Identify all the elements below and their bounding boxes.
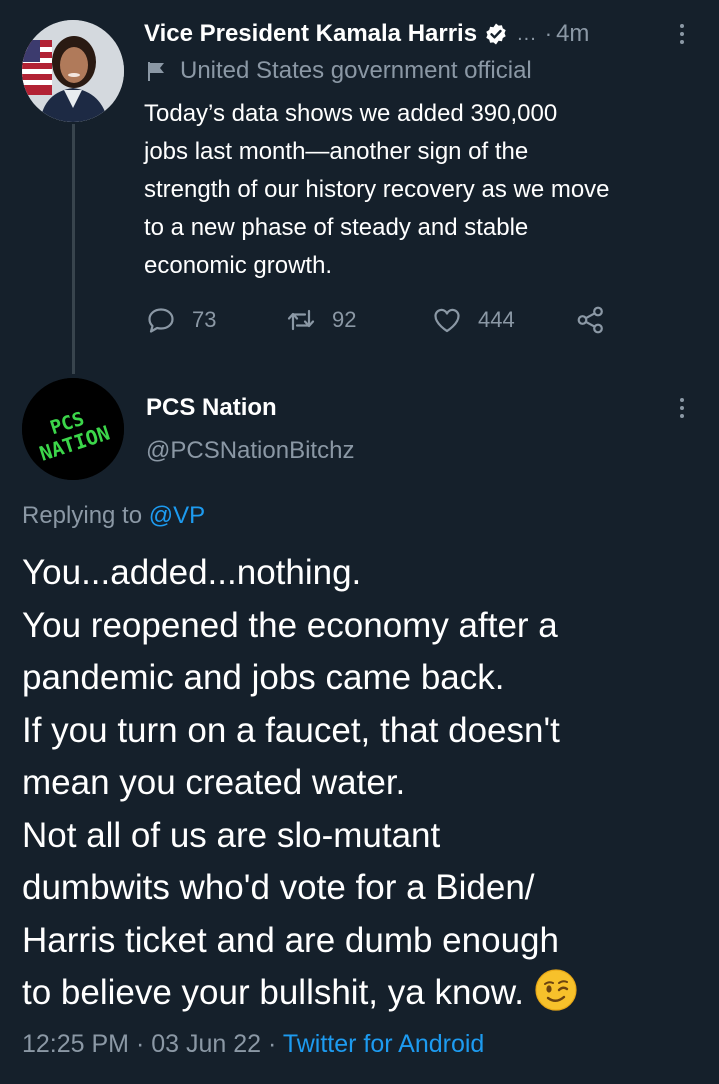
reply-tweet-line: Harris ticket and are dumb enough — [22, 920, 559, 960]
reply-icon — [148, 308, 174, 333]
tweet-detail-screen: Vice President Kamala Harris ... · 4m Un… — [0, 0, 719, 1084]
like-count: 444 — [478, 307, 515, 332]
vp-tweet-line: to a new phase of steady and stable — [144, 214, 529, 241]
tweet-source-link[interactable]: Twitter for Android — [283, 1030, 484, 1058]
reply-tweet-line: to believe your bullshit, ya know. — [22, 973, 524, 1012]
vp-tweet-line: strength of our history recovery as we m… — [144, 176, 610, 203]
flag-icon — [148, 62, 164, 81]
reply-author-name[interactable]: PCS Nation — [146, 394, 277, 422]
pcs-nation-logo: PCS NATION — [22, 378, 124, 480]
thread-connector-line — [72, 124, 75, 374]
share-button[interactable] — [576, 300, 606, 340]
reply-tweet-time: 12:25 PM — [22, 1030, 130, 1058]
reply-tweet-line: You reopened the economy after a — [22, 605, 558, 645]
meta-separator: · — [135, 1030, 145, 1058]
meta-separator: · — [268, 1030, 277, 1058]
vp-more-options-icon[interactable] — [679, 24, 685, 44]
reply-tweet-line: mean you created water. — [22, 763, 406, 802]
reply-tweet-date: 03 Jun 22 — [151, 1030, 262, 1058]
retweet-icon — [287, 309, 315, 331]
reply-tweet-line: Not all of us are slo-mutant — [22, 815, 441, 855]
vp-avatar-image — [22, 20, 124, 122]
vp-author-name[interactable]: Vice President Kamala Harris — [144, 20, 477, 48]
winking-face-emoji-icon — [535, 969, 577, 1011]
vp-tweet-line: jobs last month—another sign of the — [144, 138, 529, 165]
replying-to-prefix: Replying to — [22, 502, 143, 529]
vp-tweet-line: economic growth. — [144, 252, 333, 279]
vp-tweet-line: Today’s data shows we added 390,000 — [144, 100, 558, 127]
pcs-nation-avatar[interactable]: PCS NATION — [22, 378, 124, 480]
retweet-button[interactable]: 92 — [286, 300, 356, 340]
reply-more-options-icon[interactable] — [679, 398, 685, 418]
reply-tweet-line: If you turn on a faucet, that doesn't — [22, 710, 560, 750]
government-label-text: United States government official — [180, 57, 532, 84]
reply-button[interactable]: 73 — [146, 300, 216, 340]
replying-to-mention[interactable]: @VP — [149, 502, 205, 529]
reply-tweet-metadata: 12:25 PM · 03 Jun 22 · Twitter for Andro… — [22, 1030, 484, 1059]
name-truncation-ellipsis: ... — [517, 22, 537, 45]
reply-tweet-last-line: to believe your bullshit, ya know. — [22, 967, 712, 1020]
heart-icon — [434, 308, 460, 333]
vp-avatar[interactable] — [22, 20, 124, 122]
reply-tweet-line: pandemic and jobs came back. — [22, 658, 505, 697]
reply-author-handle[interactable]: @PCSNationBitchz — [146, 437, 354, 465]
reply-tweet-text: You...added...nothing. You reopened the … — [22, 547, 712, 1020]
vp-tweet-text: Today’s data shows we added 390,000 jobs… — [144, 95, 704, 285]
reply-tweet-line: You...added...nothing. — [22, 553, 362, 592]
government-label[interactable]: United States government official — [146, 56, 532, 86]
header-separator: · — [544, 21, 553, 46]
verified-badge-icon — [486, 23, 506, 45]
vp-tweet-header: Vice President Kamala Harris ... · 4m — [144, 16, 701, 52]
retweet-count: 92 — [332, 307, 357, 332]
vp-tweet-time[interactable]: 4m — [556, 20, 589, 48]
like-button[interactable]: 444 — [432, 300, 515, 340]
reply-count: 73 — [192, 307, 217, 332]
share-icon — [577, 306, 603, 334]
reply-tweet-line: dumbwits who'd vote for a Biden/ — [22, 868, 535, 907]
replying-to: Replying to @VP — [22, 502, 205, 530]
